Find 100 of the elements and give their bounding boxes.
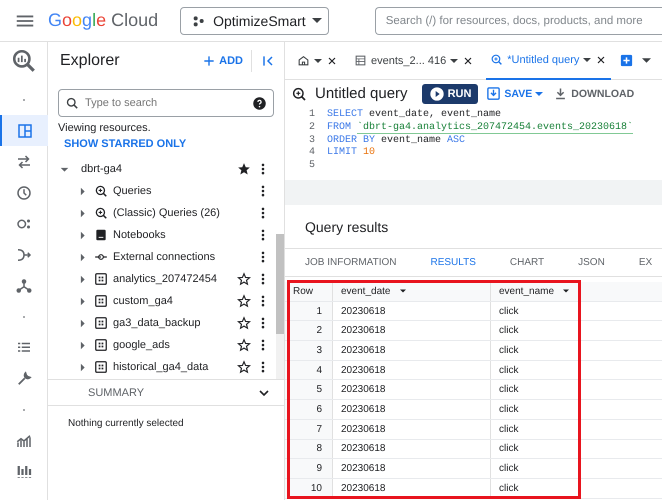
dataset-icon — [94, 294, 108, 308]
section-title: Query results — [285, 205, 662, 249]
table-icon — [354, 54, 367, 67]
results-tab[interactable]: CHART — [490, 257, 558, 268]
tree-item[interactable]: google_ads — [113, 339, 170, 351]
dataset-icon — [94, 360, 108, 374]
table-cell: 20230618 — [333, 302, 491, 320]
line-number: 2 — [308, 122, 315, 135]
bigquery-icon[interactable] — [10, 48, 36, 74]
tree-item[interactable]: (Classic) Queries (26) — [113, 207, 220, 219]
table-cell: click — [491, 341, 579, 360]
editor-tab[interactable]: events_2... 416 — [350, 42, 478, 80]
dataset-icon — [94, 272, 108, 286]
caret-icon — [314, 58, 322, 62]
close-icon[interactable] — [326, 54, 338, 66]
row-number: 9 — [285, 459, 333, 478]
dataset-icon — [94, 338, 108, 352]
tree-icon[interactable] — [14, 276, 32, 294]
results-tab[interactable]: JSON — [558, 257, 619, 268]
show-starred-link[interactable]: SHOW STARRED ONLY — [64, 138, 186, 150]
play-icon — [428, 86, 445, 102]
tree-item[interactable]: ga3_data_backup — [113, 317, 200, 329]
tree-item[interactable]: Queries — [113, 185, 152, 197]
close-icon[interactable] — [462, 54, 474, 66]
close-icon[interactable] — [595, 54, 608, 66]
caret-icon — [450, 58, 458, 62]
table-cell: 20230618 — [333, 420, 491, 438]
tree-item[interactable]: dbrt-ga4 — [81, 163, 122, 175]
row-number: 2 — [285, 321, 333, 340]
table-cell: 20230618 — [333, 360, 491, 380]
panel-title: Explorer — [60, 52, 121, 70]
grid-icon[interactable] — [16, 122, 34, 140]
query-icon — [94, 184, 108, 198]
star-outline-icon[interactable] — [237, 338, 251, 352]
run-button[interactable]: RUN — [422, 84, 478, 104]
table-cell: click — [491, 321, 579, 340]
row-number: 3 — [285, 341, 333, 360]
caret-icon[interactable] — [642, 58, 652, 63]
home-icon — [297, 54, 310, 67]
plus-icon — [202, 54, 216, 68]
save-button[interactable]: SAVE — [484, 86, 546, 101]
table-cell: 20230618 — [333, 440, 491, 458]
notebook-icon — [94, 228, 108, 242]
results-tab[interactable]: JOB INFORMATION — [285, 257, 410, 268]
logo-suffix-text: Cloud — [111, 10, 158, 31]
column-header[interactable]: event_name — [491, 282, 579, 301]
search-field[interactable]: Type to search — [58, 89, 274, 117]
table-cell: click — [491, 420, 579, 438]
table-cell: 20230618 — [333, 459, 491, 478]
table-cell: click — [491, 380, 579, 400]
section-title: SUMMARY — [88, 386, 144, 398]
table-cell: click — [491, 478, 579, 498]
table-cell: 20230618 — [333, 400, 491, 419]
query-title: Untitled query — [315, 85, 408, 102]
query-icon — [490, 53, 504, 66]
column-header[interactable]: Row — [285, 282, 333, 301]
table-cell: 20230618 — [333, 478, 491, 498]
clock-icon[interactable] — [14, 184, 32, 202]
table-cell: 20230618 — [333, 341, 491, 360]
scrollbar[interactable] — [276, 234, 284, 379]
row-number: 6 — [285, 400, 333, 419]
query-icon — [94, 206, 108, 220]
line-number: 1 — [308, 109, 315, 122]
help-icon[interactable] — [252, 96, 267, 111]
tree-item[interactable]: analytics_207472454 — [113, 273, 217, 285]
table-cell: click — [491, 440, 579, 458]
table-cell: click — [491, 400, 579, 419]
results-tab[interactable]: EX — [618, 257, 662, 268]
download-button[interactable]: DOWNLOAD — [551, 86, 636, 101]
status-text: Viewing resources. — [58, 122, 152, 134]
row-number: 5 — [285, 380, 333, 400]
line-number: 3 — [308, 134, 315, 147]
caret-icon — [583, 58, 592, 62]
table-cell: 20230618 — [333, 380, 491, 400]
star-outline-icon[interactable] — [237, 360, 251, 374]
table-cell: click — [491, 459, 579, 478]
star-outline-icon[interactable] — [237, 316, 251, 330]
tree-item[interactable]: historical_ga4_data — [113, 361, 208, 373]
empty-state-text: Nothing currently selected — [68, 418, 185, 429]
code-line: SELECT event_date, event_name — [327, 109, 502, 122]
column-header[interactable]: event_date — [333, 282, 491, 301]
save-icon — [486, 86, 502, 101]
star-filled-icon[interactable] — [237, 162, 251, 176]
table-cell: click — [491, 360, 579, 380]
search-field[interactable]: Search (/) for resources, docs, products, and more — [374, 6, 662, 34]
tree-item[interactable]: External connections — [113, 251, 216, 263]
table-cell: click — [491, 302, 579, 320]
add-button[interactable]: ADD — [202, 54, 243, 68]
new-tab-icon[interactable] — [619, 53, 634, 68]
results-tab[interactable]: RESULTS — [410, 257, 490, 268]
dataset-icon — [94, 316, 108, 330]
table-cell: 20230618 — [333, 321, 491, 340]
tree-item[interactable]: Notebooks — [113, 229, 166, 241]
star-outline-icon[interactable] — [237, 294, 251, 308]
code-line: FROM `dbrt-ga4.analytics_207472454.events_20230618` — [327, 122, 634, 135]
search-icon — [65, 96, 80, 111]
star-outline-icon[interactable] — [237, 272, 251, 286]
project-picker[interactable]: OptimizeSmart — [180, 6, 329, 34]
tree-item[interactable]: custom_ga4 — [113, 295, 173, 307]
logo-text: Google — [48, 10, 106, 31]
